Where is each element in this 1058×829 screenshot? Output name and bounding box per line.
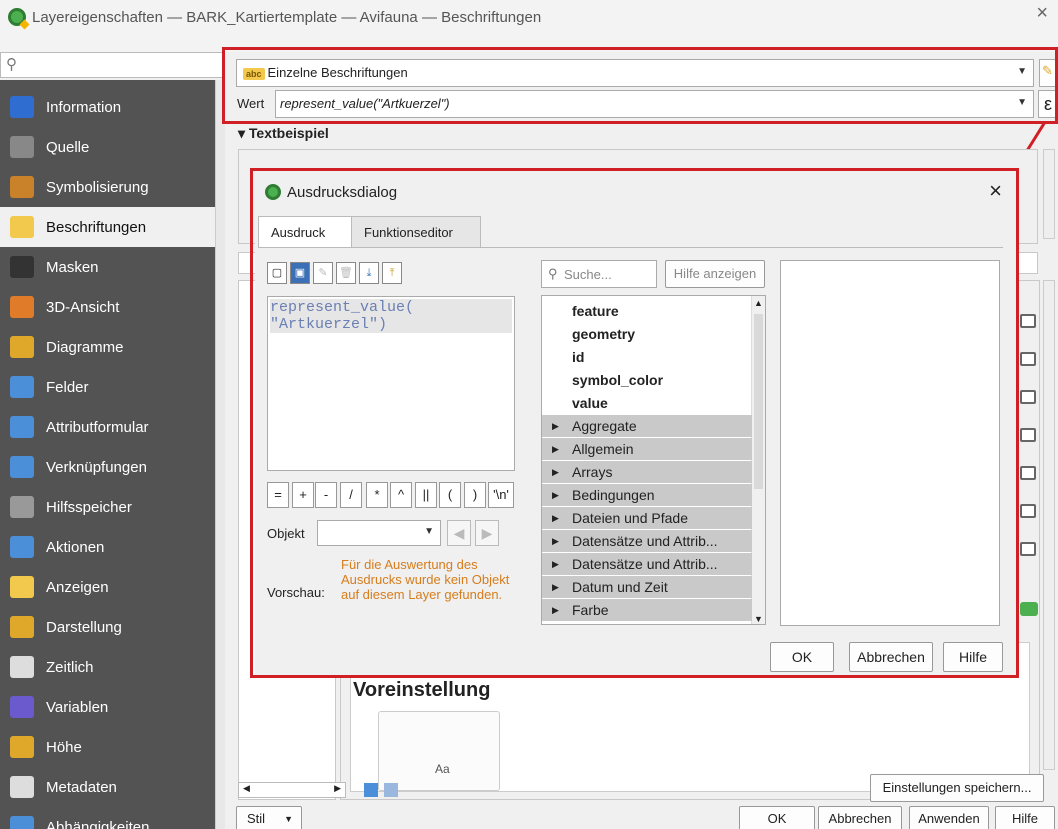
- chart-icon: [10, 336, 34, 358]
- list-view-icon[interactable]: [384, 783, 398, 797]
- clock-icon: [10, 656, 34, 678]
- sidebar-item-variablen[interactable]: Variablen: [0, 687, 215, 727]
- sidebar-item-label: Aktionen: [46, 538, 105, 556]
- sidebar-search-input[interactable]: ⚲: [0, 52, 225, 78]
- data-defined-icon[interactable]: [1020, 428, 1036, 442]
- form-icon: [10, 416, 34, 438]
- sidebar-item-symbolisierung[interactable]: Symbolisierung: [0, 167, 215, 207]
- sidebar-item-label: Metadaten: [46, 778, 117, 796]
- sidebar-item-masken[interactable]: Masken: [0, 247, 215, 287]
- sidebar-item-information[interactable]: Information: [0, 87, 215, 127]
- paintbrush-icon: [10, 616, 34, 638]
- window-close-button[interactable]: ×: [1036, 2, 1048, 25]
- info-icon: [10, 96, 34, 118]
- sidebar-item-label: Beschriftungen: [46, 218, 147, 236]
- chevron-down-icon: ▼: [284, 814, 293, 824]
- sidebar-item-höhe[interactable]: Höhe: [0, 727, 215, 767]
- sidebar-item-label: Darstellung: [46, 618, 122, 636]
- sidebar-scrollbar[interactable]: [215, 80, 225, 829]
- sidebar-item-label: Zeitlich: [46, 658, 94, 676]
- source-icon: [10, 136, 34, 158]
- epsilon-icon: [10, 696, 34, 718]
- sidebar-item-label: Diagramme: [46, 338, 124, 356]
- data-defined-icon[interactable]: [1020, 314, 1036, 328]
- sidebar-item-label: Information: [46, 98, 122, 116]
- sample-scrollbar[interactable]: [1043, 149, 1055, 239]
- style-label: Stil: [247, 811, 266, 826]
- sidebar-item-label: Verknüpfungen: [46, 458, 147, 476]
- preset-sample-text: Aa: [435, 762, 450, 776]
- elevation-icon: [10, 736, 34, 758]
- gear-icon: [10, 536, 34, 558]
- highlight-frame: [222, 47, 1058, 124]
- join-icon: [10, 456, 34, 478]
- horizontal-scrollbar[interactable]: ◀ ▶: [238, 782, 346, 798]
- sidebar-item-label: Felder: [46, 378, 89, 396]
- preset-tile[interactable]: Aa: [378, 711, 500, 791]
- sidebar-item-label: Attributformular: [46, 418, 149, 436]
- data-defined-icon[interactable]: [1020, 352, 1036, 366]
- dialog-highlight-frame: [250, 168, 1019, 678]
- ok-button[interactable]: OK: [739, 806, 815, 829]
- style-dropdown[interactable]: Stil ▼: [236, 806, 302, 829]
- sidebar-item-aktionen[interactable]: Aktionen: [0, 527, 215, 567]
- mask-icon: [10, 256, 34, 278]
- search-icon: ⚲: [6, 56, 17, 73]
- sidebar-item-label: Symbolisierung: [46, 178, 149, 196]
- sidebar-item-label: Hilfsspeicher: [46, 498, 132, 516]
- data-defined-icon[interactable]: [1020, 390, 1036, 404]
- sidebar-item-diagramme[interactable]: Diagramme: [0, 327, 215, 367]
- sidebar-item-beschriftungen[interactable]: Beschriftungen: [0, 207, 215, 247]
- sidebar-item-label: 3D-Ansicht: [46, 298, 120, 316]
- sidebar-item-3d-ansicht[interactable]: 3D-Ansicht: [0, 287, 215, 327]
- dependency-icon: [10, 816, 34, 829]
- apply-button[interactable]: Anwenden: [909, 806, 989, 829]
- sidebar-item-label: Masken: [46, 258, 99, 276]
- sidebar-item-quelle[interactable]: Quelle: [0, 127, 215, 167]
- sidebar-item-zeitlich[interactable]: Zeitlich: [0, 647, 215, 687]
- scroll-right-icon: ▶: [334, 783, 341, 793]
- metadata-icon: [10, 776, 34, 798]
- sidebar-item-abhängigkeiten[interactable]: Abhängigkeiten: [0, 807, 215, 829]
- save-settings-button[interactable]: Einstellungen speichern...: [870, 774, 1044, 802]
- sidebar-item-attributformular[interactable]: Attributformular: [0, 407, 215, 447]
- cube-3d-icon: [10, 296, 34, 318]
- window-title: Layereigenschaften — BARK_Kartiertemplat…: [32, 9, 542, 26]
- color-ramp-icon[interactable]: [1020, 602, 1038, 616]
- icon-view-icon[interactable]: [364, 783, 378, 797]
- title-bar: Layereigenschaften — BARK_Kartiertemplat…: [0, 0, 1058, 52]
- sidebar-item-label: Variablen: [46, 698, 109, 716]
- sidebar-item-darstellung[interactable]: Darstellung: [0, 607, 215, 647]
- sidebar-item-felder[interactable]: Felder: [0, 367, 215, 407]
- help-button[interactable]: Hilfe: [995, 806, 1055, 829]
- abc-label-icon: [10, 216, 34, 238]
- sidebar-item-label: Höhe: [46, 738, 82, 756]
- speech-bubble-icon: [10, 576, 34, 598]
- scroll-left-icon: ◀: [243, 783, 250, 793]
- storage-icon: [10, 496, 34, 518]
- fields-icon: [10, 376, 34, 398]
- cancel-button[interactable]: Abbrechen: [818, 806, 902, 829]
- sidebar: Information Quelle Symbolisierung Beschrift…: [0, 80, 215, 829]
- sidebar-item-anzeigen[interactable]: Anzeigen: [0, 567, 215, 607]
- data-defined-icon[interactable]: [1020, 542, 1036, 556]
- qgis-logo-icon: [8, 8, 26, 26]
- sidebar-item-label: Quelle: [46, 138, 90, 156]
- sidebar-item-hilfsspeicher[interactable]: Hilfsspeicher: [0, 487, 215, 527]
- brush-icon: [10, 176, 34, 198]
- sidebar-item-metadaten[interactable]: Metadaten: [0, 767, 215, 807]
- data-defined-icon[interactable]: [1020, 504, 1036, 518]
- textbeispiel-header[interactable]: ▾ Textbeispiel: [238, 125, 329, 142]
- settings-scrollbar[interactable]: [1043, 280, 1055, 770]
- sidebar-item-label: Abhängigkeiten: [46, 818, 150, 829]
- sidebar-item-verknüpfungen[interactable]: Verknüpfungen: [0, 447, 215, 487]
- data-defined-icon[interactable]: [1020, 466, 1036, 480]
- sidebar-item-label: Anzeigen: [46, 578, 109, 596]
- preset-heading: Voreinstellung: [353, 679, 491, 701]
